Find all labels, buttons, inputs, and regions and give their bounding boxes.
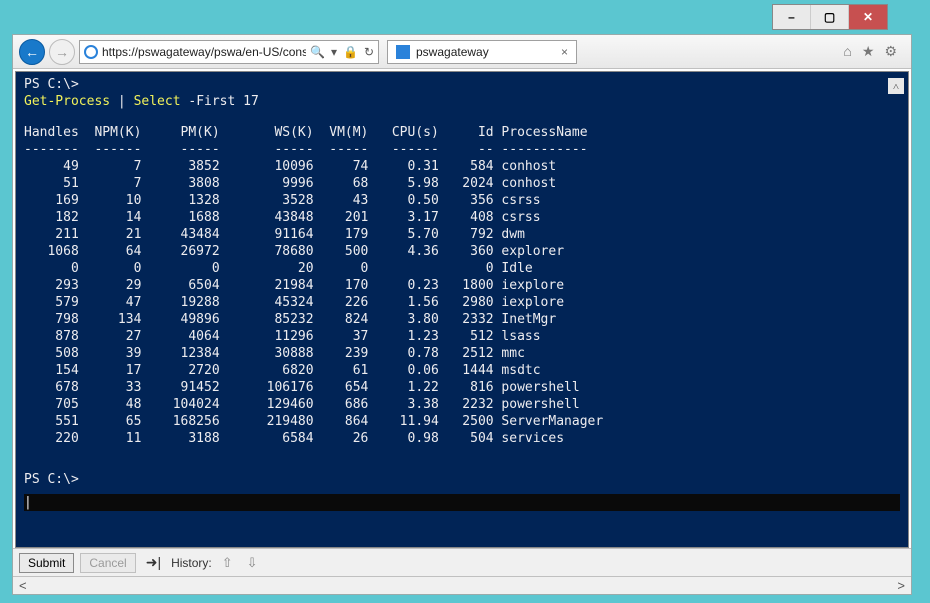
nav-back-button[interactable]: ← <box>19 39 45 65</box>
dropdown-icon[interactable]: ▾ <box>331 45 337 59</box>
tab-close-icon[interactable]: × <box>561 45 568 59</box>
tab-complete-icon[interactable]: ➜| <box>142 554 165 571</box>
cmdlet-select: Select <box>134 94 181 109</box>
browser-window: ← → https://pswagateway/pswa/en-US/conso… <box>12 34 912 595</box>
scroll-left-icon[interactable]: < <box>19 578 27 593</box>
nav-forward-button[interactable]: → <box>49 39 75 65</box>
powershell-console[interactable]: ˄ PS C:\> Get-Process | Select -First 17… <box>15 71 909 548</box>
tab-favicon-icon <box>396 45 410 59</box>
address-bar[interactable]: https://pswagateway/pswa/en-US/conso 🔍 ▾… <box>79 40 379 64</box>
gear-icon[interactable]: ⚙ <box>884 43 897 60</box>
pipe: | <box>110 94 133 109</box>
history-label: History: <box>171 556 212 570</box>
maximize-button[interactable]: ▢ <box>811 5 849 29</box>
nav-bar: ← → https://pswagateway/pswa/en-US/conso… <box>13 35 911 69</box>
horizontal-scrollbar[interactable]: < > <box>13 576 911 594</box>
cmdlet-getprocess: Get-Process <box>24 94 110 109</box>
submit-button[interactable]: Submit <box>19 553 74 573</box>
cancel-button: Cancel <box>80 553 135 573</box>
command-line: Get-Process | Select -First 17 <box>24 93 900 110</box>
param-first: -First <box>181 94 244 109</box>
prompt-prefix-2: PS C:\> <box>24 472 79 487</box>
browser-tools: ⌂ ★ ⚙ <box>843 43 905 60</box>
arg-17: 17 <box>243 94 259 109</box>
console-toolbar: Submit Cancel ➜| History: ⇧ ⇩ <box>13 548 911 576</box>
prompt-line-1: PS C:\> <box>24 76 900 93</box>
page-content: ˄ PS C:\> Get-Process | Select -First 17… <box>13 69 911 594</box>
browser-tab[interactable]: pswagateway × <box>387 40 577 64</box>
minimize-button[interactable]: – <box>773 5 811 29</box>
favorites-icon[interactable]: ★ <box>862 43 875 60</box>
cursor: | <box>24 495 32 510</box>
scroll-right-icon[interactable]: > <box>897 578 905 593</box>
search-icon[interactable]: 🔍 <box>310 45 325 59</box>
process-table: Handles NPM(K) PM(K) WS(K) VM(M) CPU(s) … <box>24 124 900 447</box>
tab-title: pswagateway <box>416 45 555 59</box>
address-url: https://pswagateway/pswa/en-US/conso <box>102 45 306 59</box>
history-up-icon[interactable]: ⇧ <box>218 555 237 571</box>
prompt-prefix: PS C:\> <box>24 77 79 92</box>
history-down-icon[interactable]: ⇩ <box>243 555 262 571</box>
prompt-line-2: PS C:\> <box>24 471 900 488</box>
window-controls: – ▢ ✕ <box>772 4 888 30</box>
input-line[interactable]: | <box>24 494 900 511</box>
refresh-icon[interactable]: ↻ <box>364 45 374 59</box>
home-icon[interactable]: ⌂ <box>843 43 851 60</box>
scroll-up-icon[interactable]: ˄ <box>888 78 904 94</box>
close-button[interactable]: ✕ <box>849 5 887 29</box>
ie-icon <box>84 45 98 59</box>
address-tools: 🔍 ▾ 🔒 ↻ <box>310 45 374 59</box>
lock-icon: 🔒 <box>343 45 358 59</box>
